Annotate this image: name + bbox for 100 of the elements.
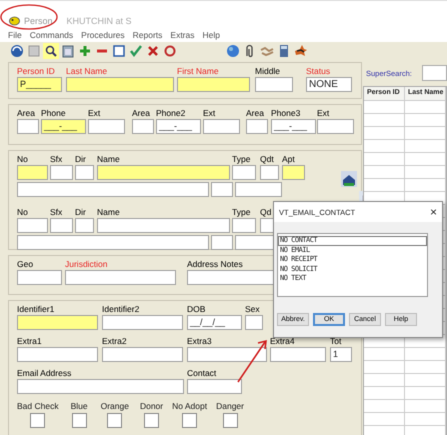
input-field[interactable] bbox=[187, 378, 242, 394]
field-label: Extra1 bbox=[17, 336, 42, 346]
field-label: Phone3 bbox=[271, 108, 300, 120]
field-label: Ext bbox=[203, 108, 216, 120]
menu-item[interactable]: Commands bbox=[30, 29, 74, 42]
field-label: Name bbox=[97, 207, 120, 218]
input-field[interactable] bbox=[75, 218, 94, 234]
checkbox[interactable] bbox=[144, 412, 160, 428]
input-field[interactable]: ___-___ bbox=[156, 119, 201, 134]
input-field[interactable] bbox=[17, 182, 209, 198]
field-label: Phone2 bbox=[156, 108, 186, 120]
input-field[interactable] bbox=[211, 182, 233, 198]
input-field[interactable] bbox=[232, 165, 256, 180]
menu-item[interactable]: Help bbox=[202, 29, 220, 42]
checkbox[interactable] bbox=[222, 412, 238, 428]
checkbox[interactable] bbox=[72, 412, 87, 428]
field-label: Jurisdiction bbox=[65, 259, 108, 270]
input-field[interactable]: P_____ bbox=[17, 77, 62, 92]
refresh-icon bbox=[163, 44, 177, 58]
input-field[interactable] bbox=[17, 270, 62, 286]
field-label: Type bbox=[232, 207, 250, 218]
input-field[interactable]: 1 bbox=[330, 346, 352, 362]
input-field[interactable] bbox=[88, 119, 125, 134]
checkbox-label: No Adopt bbox=[172, 400, 208, 410]
input-field[interactable] bbox=[317, 119, 354, 134]
input-field[interactable]: ___-___ bbox=[271, 119, 316, 134]
input-field[interactable] bbox=[17, 218, 48, 234]
input-field[interactable] bbox=[75, 165, 94, 180]
field-label: Status bbox=[306, 66, 330, 77]
input-field[interactable] bbox=[17, 346, 98, 362]
menu-item[interactable]: Reports bbox=[132, 29, 162, 42]
input-field[interactable] bbox=[17, 314, 98, 330]
input-field[interactable] bbox=[260, 165, 279, 180]
square-icon bbox=[112, 44, 126, 58]
menu-item[interactable]: Procedures bbox=[81, 29, 125, 42]
field-label: Identifier2 bbox=[102, 304, 140, 314]
menu-item[interactable]: Extras bbox=[170, 29, 194, 42]
checkbox-label: Danger bbox=[216, 400, 244, 410]
input-field[interactable] bbox=[211, 235, 233, 250]
input-field[interactable] bbox=[50, 165, 73, 180]
input-field[interactable] bbox=[177, 77, 250, 92]
field-label: Extra4 bbox=[270, 336, 295, 346]
checkbox-label: Blue bbox=[70, 400, 88, 410]
input-field[interactable] bbox=[235, 182, 282, 198]
input-field[interactable] bbox=[17, 235, 209, 250]
field-label: First Name bbox=[177, 66, 219, 77]
field-label: Area bbox=[132, 108, 150, 120]
input-field[interactable] bbox=[255, 77, 293, 92]
input-field[interactable] bbox=[270, 346, 326, 362]
field-label: Qd bbox=[260, 207, 272, 218]
menu-item[interactable]: File bbox=[8, 29, 22, 42]
input-field[interactable] bbox=[102, 346, 183, 362]
field-label: Person ID bbox=[17, 66, 55, 77]
checkbox-label: Donor bbox=[140, 400, 164, 410]
field-label: Last Name bbox=[66, 66, 108, 77]
toolbar-button[interactable] bbox=[293, 43, 309, 59]
input-field[interactable] bbox=[17, 165, 48, 180]
user-label: KHUTCHIN at S bbox=[66, 16, 132, 26]
close-button[interactable]: × bbox=[430, 205, 437, 219]
input-field[interactable]: ___-___ bbox=[41, 119, 86, 134]
house-icon bbox=[341, 171, 357, 188]
field-label: Qdt bbox=[260, 154, 274, 166]
input-field[interactable] bbox=[102, 314, 183, 330]
input-field[interactable] bbox=[17, 119, 39, 134]
input-field[interactable] bbox=[65, 270, 176, 286]
field-label: DOB bbox=[187, 304, 206, 314]
search-field[interactable] bbox=[422, 65, 447, 81]
field-label: Extra2 bbox=[102, 336, 127, 346]
annotation-circle bbox=[0, 4, 58, 30]
input-field[interactable] bbox=[187, 346, 267, 362]
field-label: Email Address bbox=[17, 368, 72, 378]
field-label: Extra3 bbox=[187, 336, 212, 346]
input-field[interactable] bbox=[232, 218, 256, 234]
checkbox[interactable] bbox=[182, 412, 198, 428]
input-field[interactable] bbox=[245, 314, 263, 330]
field-label: Identifier1 bbox=[17, 304, 54, 314]
clipboard-icon bbox=[61, 44, 75, 58]
field-label: Geo bbox=[17, 259, 34, 270]
checkbox[interactable] bbox=[107, 412, 122, 428]
toolbar-button[interactable] bbox=[111, 43, 127, 59]
input-field[interactable]: __/__/__ bbox=[187, 314, 242, 330]
input-field[interactable] bbox=[97, 165, 230, 180]
input-field[interactable] bbox=[17, 378, 184, 394]
close-icon bbox=[146, 44, 160, 58]
input-field[interactable] bbox=[132, 119, 154, 134]
field-label: No bbox=[17, 154, 28, 166]
checkbox[interactable] bbox=[30, 412, 46, 428]
input-field[interactable] bbox=[203, 119, 240, 134]
input-field[interactable]: NONE bbox=[306, 77, 352, 92]
input-field[interactable] bbox=[282, 165, 305, 180]
field-label: Address Notes bbox=[187, 259, 243, 270]
field-label: Dir bbox=[75, 207, 86, 218]
burst-icon bbox=[294, 44, 308, 58]
input-field[interactable] bbox=[246, 119, 268, 134]
input-field[interactable] bbox=[50, 218, 73, 234]
field-label: Sex bbox=[245, 304, 260, 314]
input-field[interactable] bbox=[97, 218, 230, 234]
field-label: Area bbox=[246, 108, 264, 120]
toolbar-button[interactable] bbox=[43, 43, 59, 59]
input-field[interactable] bbox=[66, 77, 174, 92]
